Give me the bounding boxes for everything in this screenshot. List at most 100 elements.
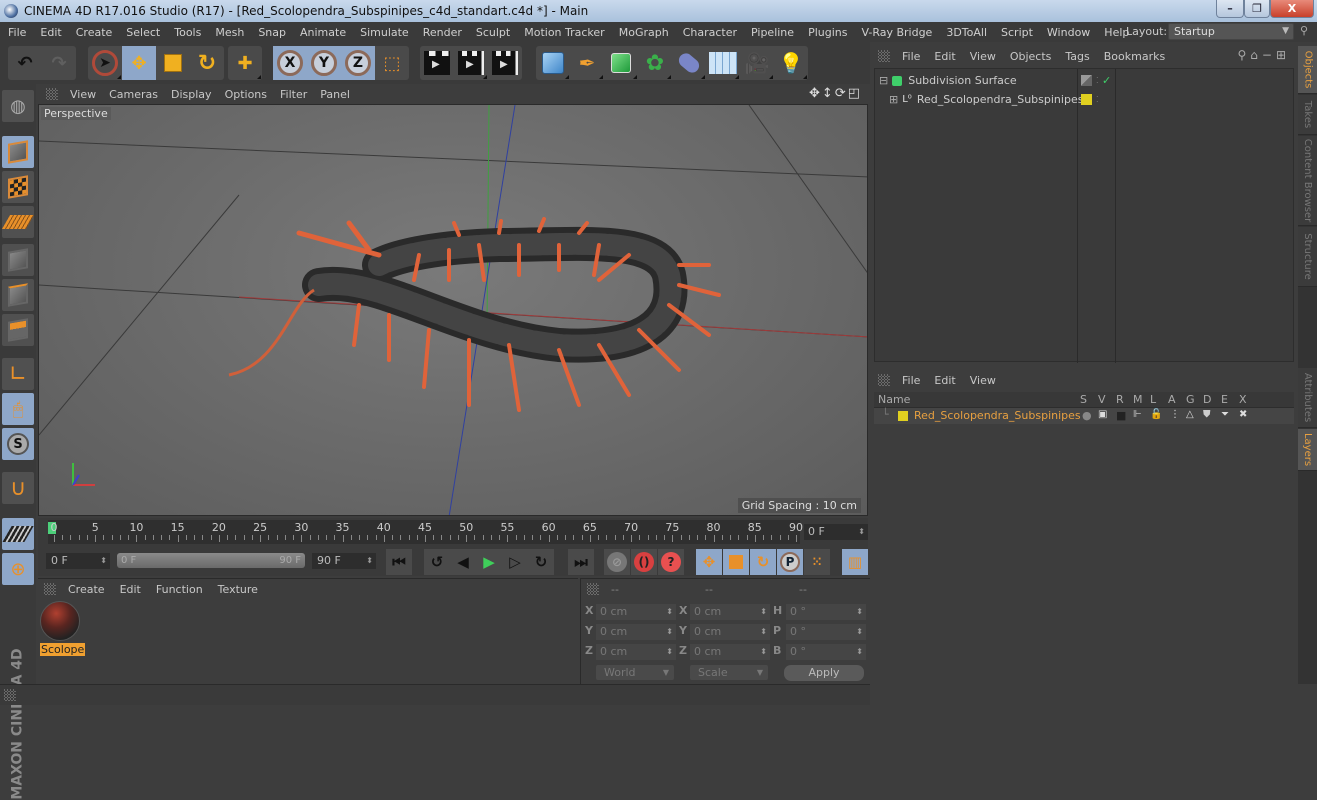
make-editable-icon[interactable]: ◍ (2, 90, 34, 122)
render-view-icon[interactable] (420, 46, 454, 80)
column-expressions[interactable]: E (1221, 393, 1228, 406)
edges-mode-icon[interactable] (2, 279, 34, 311)
x-axis-lock-button[interactable]: X (273, 46, 307, 80)
enabled-icon[interactable] (1081, 75, 1092, 86)
timeline-window-button[interactable]: ▥ (842, 549, 868, 575)
column-generators[interactable]: G (1186, 393, 1195, 406)
next-frame-button[interactable]: ▷ (502, 549, 528, 575)
deformer-icon[interactable] (672, 46, 706, 80)
minimize-button[interactable]: – (1216, 0, 1244, 18)
previous-key-button[interactable]: ↺ (424, 549, 450, 575)
light-icon[interactable]: 💡 (774, 46, 808, 80)
transform-mode-dropdown[interactable]: Scale ▼ (690, 665, 768, 680)
material-swatch[interactable]: Scolope (40, 601, 86, 657)
scale-icon[interactable] (156, 46, 190, 80)
om-menu-objects[interactable]: Objects (1010, 50, 1052, 63)
menu-render[interactable]: Render (423, 26, 462, 39)
rotation-p-field[interactable]: 0 ° ⬍ (786, 624, 866, 640)
apply-button[interactable]: Apply (784, 665, 864, 681)
size-z-field[interactable]: 0 cm ⬍ (690, 644, 770, 660)
move-icon[interactable]: ✥ (122, 46, 156, 80)
panel-grip-icon[interactable] (878, 50, 890, 62)
layout-dropdown[interactable]: Startup ▼ (1168, 23, 1294, 40)
axis-mode-icon[interactable]: ∟ (2, 358, 34, 390)
render-picture-viewer-icon[interactable] (454, 46, 488, 80)
pen-spline-icon[interactable]: ✒ (570, 46, 604, 80)
menu-create[interactable]: Create (76, 26, 113, 39)
subdivision-surface-icon[interactable] (604, 46, 638, 80)
menu-motion-tracker[interactable]: Motion Tracker (524, 26, 604, 39)
camera-icon[interactable]: 🎥 (740, 46, 774, 80)
model-mode-icon[interactable] (2, 136, 34, 168)
menu-vray-bridge[interactable]: V-Ray Bridge (861, 26, 932, 39)
go-to-end-button[interactable]: ⏭ (568, 549, 594, 575)
coordinate-mode-dropdown[interactable]: World ▼ (596, 665, 674, 680)
viewport-menu-cameras[interactable]: Cameras (109, 88, 158, 101)
spinner-icon[interactable]: ⬍ (100, 553, 107, 569)
layer-color-swatch[interactable] (898, 411, 908, 421)
animation-toggle-icon[interactable]: ⋮ (1170, 409, 1180, 420)
menu-pipeline[interactable]: Pipeline (751, 26, 794, 39)
object-row[interactable]: ⊟ Subdivision Surface ⁚ ✓ (875, 71, 1293, 90)
texture-mode-icon[interactable] (2, 171, 34, 203)
menu-animate[interactable]: Animate (300, 26, 346, 39)
lm-menu-edit[interactable]: Edit (934, 374, 955, 387)
xrefs-toggle-icon[interactable]: ✖ (1239, 409, 1247, 420)
undo-icon[interactable]: ↶ (8, 46, 42, 80)
column-name[interactable]: Name (878, 393, 910, 406)
go-to-start-button[interactable]: ⏮ (386, 549, 412, 575)
object-name[interactable]: Subdivision Surface (908, 74, 1016, 87)
tab-attributes[interactable]: Attributes (1298, 368, 1317, 428)
visibility-dots-icon[interactable]: ⁚ (1096, 95, 1099, 104)
om-menu-file[interactable]: File (902, 50, 920, 63)
viewport-menu-options[interactable]: Options (225, 88, 267, 101)
collapse-icon[interactable]: ⊟ (879, 74, 888, 87)
viewport-menu-filter[interactable]: Filter (280, 88, 307, 101)
lm-menu-file[interactable]: File (902, 374, 920, 387)
3d-viewport[interactable]: Perspective Grid Spacing : 10 cm (38, 104, 868, 516)
panel-grip-icon[interactable] (46, 88, 58, 100)
menu-simulate[interactable]: Simulate (360, 26, 409, 39)
workplane-lock-icon[interactable] (2, 518, 34, 550)
column-locked[interactable]: L (1150, 393, 1156, 406)
spinner-icon[interactable]: ⬍ (366, 553, 373, 569)
magnet-icon[interactable]: ∪ (2, 472, 34, 504)
record-position-button[interactable]: ✥ (696, 549, 722, 575)
spinner-icon[interactable]: ⬍ (858, 524, 865, 540)
previous-frame-button[interactable]: ◀ (450, 549, 476, 575)
expand-icon[interactable]: ⊞ (889, 93, 898, 106)
column-solo[interactable]: S (1080, 393, 1087, 406)
polygons-mode-icon[interactable] (2, 314, 34, 346)
record-parameter-button[interactable]: P (777, 549, 803, 575)
panel-grip-icon[interactable] (4, 689, 16, 701)
record-active-objects-button[interactable]: ⊘ (604, 549, 630, 575)
quantize-icon[interactable]: ⊕ (2, 553, 34, 585)
menu-3dtoall[interactable]: 3DToAll (946, 26, 987, 39)
column-view[interactable]: V (1098, 393, 1106, 406)
z-axis-lock-button[interactable]: Z (341, 46, 375, 80)
recent-transform-icon[interactable]: ✚ (228, 46, 262, 80)
om-menu-tags[interactable]: Tags (1065, 50, 1089, 63)
floor-icon[interactable] (706, 46, 740, 80)
rotation-b-field[interactable]: 0 ° ⬍ (786, 644, 866, 660)
tab-content-browser[interactable]: Content Browser (1298, 136, 1317, 226)
menu-sculpt[interactable]: Sculpt (476, 26, 510, 39)
column-manager[interactable]: M (1133, 393, 1143, 406)
current-frame-field[interactable]: 0 F ⬍ (804, 524, 868, 540)
column-render[interactable]: R (1116, 393, 1124, 406)
maximize-button[interactable]: ❐ (1244, 0, 1270, 18)
lm-menu-view[interactable]: View (970, 374, 996, 387)
position-z-field[interactable]: 0 cm ⬍ (596, 644, 676, 660)
autokeying-button[interactable]: () (631, 549, 657, 575)
position-x-field[interactable]: 0 cm ⬍ (596, 604, 676, 620)
material-menu-texture[interactable]: Texture (218, 583, 258, 596)
menu-file[interactable]: File (8, 26, 26, 39)
position-y-field[interactable]: 0 cm ⬍ (596, 624, 676, 640)
render-settings-icon[interactable] (488, 46, 522, 80)
record-point-level-button[interactable]: ⁙ (804, 549, 830, 575)
om-toolbar-icons[interactable]: ⚲⌂−⊞ (1237, 48, 1290, 62)
menu-plugins[interactable]: Plugins (808, 26, 847, 39)
record-rotation-button[interactable]: ↻ (750, 549, 776, 575)
points-mode-icon[interactable] (2, 244, 34, 276)
layer-color-swatch[interactable] (1081, 94, 1092, 105)
